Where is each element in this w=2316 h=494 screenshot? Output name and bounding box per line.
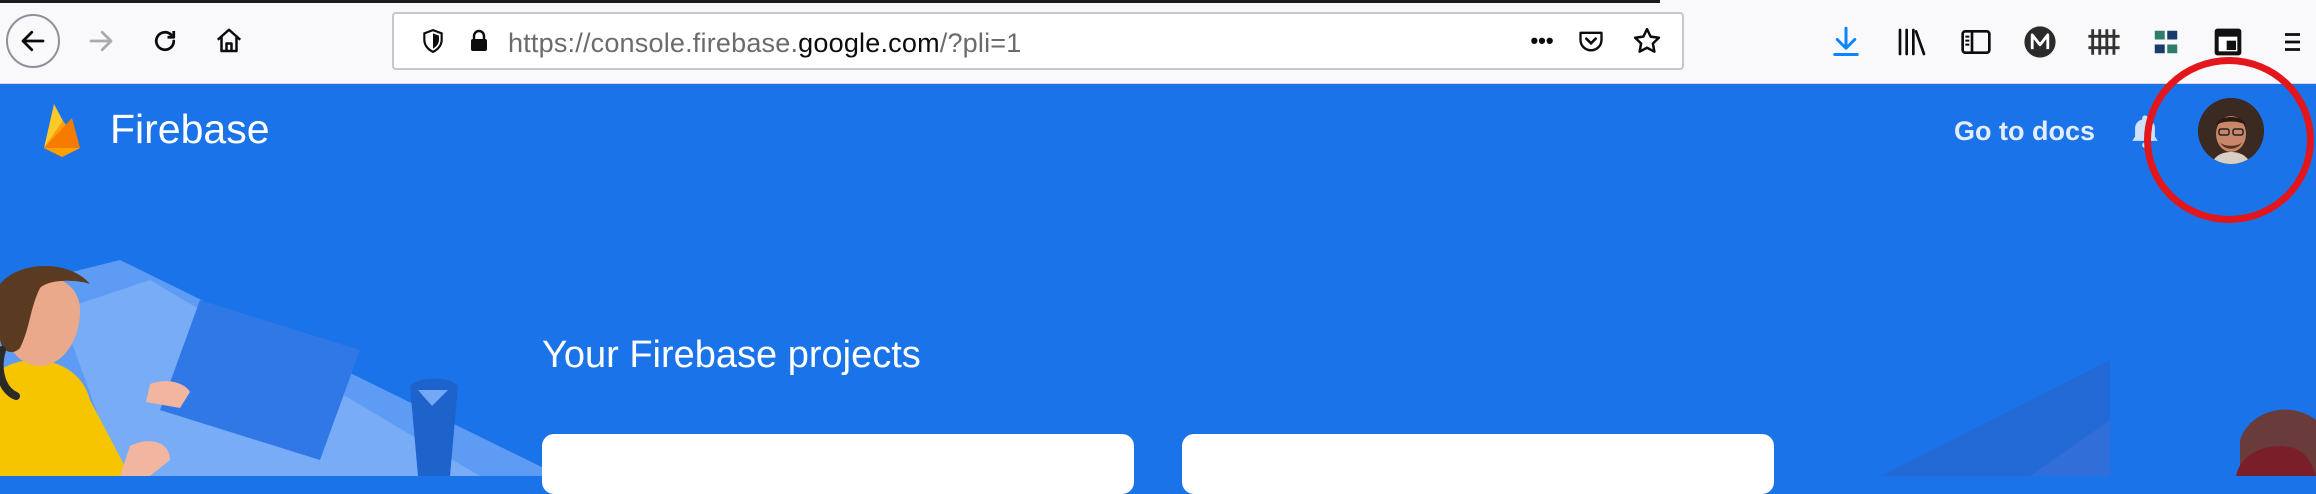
browser-toolbar: https://console.firebase.google.com/?pli…: [0, 0, 2316, 84]
menu-icon[interactable]: [2280, 22, 2316, 62]
reload-icon: [154, 30, 176, 52]
url-domain: google.com: [798, 28, 940, 58]
app-title[interactable]: Firebase: [110, 106, 270, 153]
grid-extension-icon[interactable]: [2084, 22, 2124, 62]
project-card[interactable]: [1182, 434, 1774, 494]
firebase-header: Firebase Go to docs: [0, 84, 2316, 184]
right-decoration: [1880, 360, 2316, 476]
lock-icon[interactable]: [462, 24, 496, 58]
sidebar-icon[interactable]: [1956, 22, 1996, 62]
tab-strip-edge: [0, 0, 1660, 3]
go-to-docs-link[interactable]: Go to docs: [1954, 116, 2095, 147]
star-icon[interactable]: [1630, 24, 1664, 58]
dark-extension-icon[interactable]: [2208, 22, 2248, 62]
home-button[interactable]: [206, 18, 252, 64]
green-extension-icon[interactable]: [2146, 22, 2186, 62]
firebase-flame-icon[interactable]: [40, 102, 84, 163]
forward-icon: [89, 30, 113, 52]
highlight-circle: [2144, 57, 2314, 223]
projects-heading: Your Firebase projects: [542, 334, 921, 376]
address-bar[interactable]: https://console.firebase.google.com/?pli…: [392, 12, 1684, 70]
forward-button[interactable]: [78, 18, 124, 64]
url-text[interactable]: https://console.firebase.google.com/?pli…: [508, 28, 1021, 59]
home-icon: [216, 28, 242, 53]
pocket-icon[interactable]: [1574, 24, 1608, 58]
m-extension-icon[interactable]: [2020, 22, 2060, 62]
reload-button[interactable]: [142, 18, 188, 64]
library-icon[interactable]: [1892, 22, 1932, 62]
url-suffix: /?pli=1: [939, 28, 1022, 58]
url-prefix: https://console.firebase.: [508, 28, 799, 58]
more-icon[interactable]: •••: [1522, 24, 1562, 58]
shield-icon[interactable]: [416, 24, 450, 58]
back-icon: [21, 30, 45, 52]
project-card[interactable]: [542, 434, 1134, 494]
hero-illustration: [0, 260, 560, 476]
download-icon[interactable]: [1826, 22, 1866, 62]
back-button[interactable]: [6, 14, 60, 68]
